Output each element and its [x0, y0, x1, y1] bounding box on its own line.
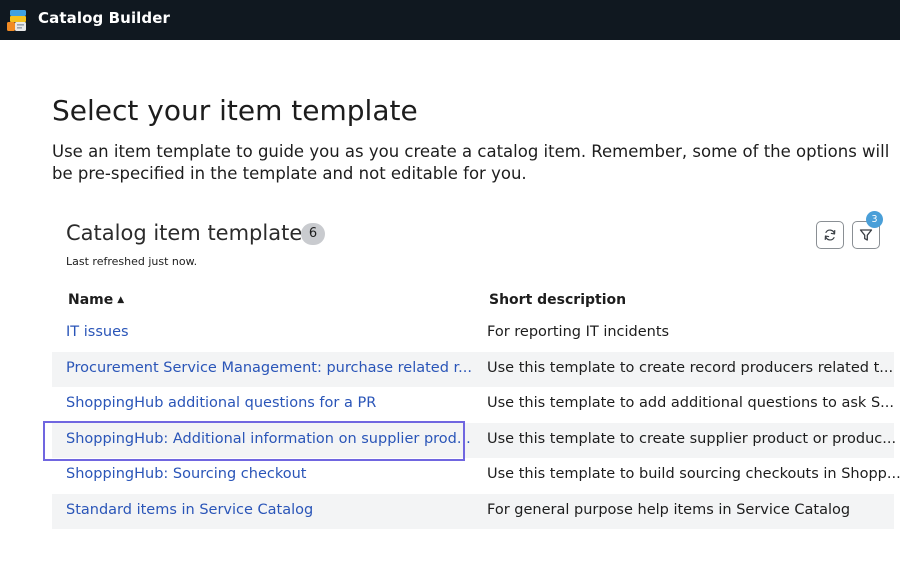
template-name-link[interactable]: Procurement Service Management: purchase… — [66, 360, 472, 376]
column-header-name[interactable]: Name ▲ — [68, 292, 124, 308]
table-row[interactable]: ShoppingHub additional questions for a P… — [52, 387, 894, 423]
filter-count-badge: 3 — [866, 211, 883, 228]
template-short-description: For reporting IT incidents — [487, 324, 670, 340]
column-header-short-description-label: Short description — [489, 292, 627, 308]
template-count-badge: 6 — [301, 223, 325, 245]
page-description: Use an item template to guide you as you… — [52, 142, 890, 183]
last-refreshed-text: Last refreshed just now. — [66, 255, 198, 268]
column-header-name-label: Name — [68, 292, 114, 308]
table-row[interactable]: Procurement Service Management: purchase… — [52, 351, 894, 387]
template-short-description: Use this template to create supplier pro… — [487, 430, 897, 447]
filter-icon — [859, 229, 873, 241]
column-header-short-description[interactable]: Short description — [489, 292, 626, 308]
template-name-link[interactable]: ShoppingHub additional questions for a P… — [66, 395, 376, 411]
template-short-description: Use this template to add additional ques… — [487, 395, 894, 411]
page-title: Select your item template — [52, 94, 418, 127]
table-row[interactable]: IT issues For reporting IT incidents — [52, 316, 894, 352]
template-name-link[interactable]: Standard items in Service Catalog — [66, 502, 313, 518]
template-name-link[interactable]: IT issues — [66, 324, 129, 340]
app-title: Catalog Builder — [38, 9, 171, 27]
refresh-icon — [824, 229, 836, 241]
list-title: Catalog item templates — [66, 221, 314, 245]
table-row[interactable]: ShoppingHub: Additional information on s… — [52, 422, 897, 458]
template-short-description: Use this template to build sourcing chec… — [487, 466, 900, 482]
top-bar: Catalog Builder — [0, 0, 900, 40]
template-name-link[interactable]: ShoppingHub: Additional information on s… — [66, 431, 471, 447]
table-row[interactable]: ShoppingHub: Sourcing checkout Use this … — [52, 458, 900, 494]
sort-ascending-icon: ▲ — [117, 295, 125, 305]
catalog-builder-logo-icon — [7, 10, 26, 31]
template-short-description: Use this template to create record produ… — [487, 359, 894, 376]
template-short-description: For general purpose help items in Servic… — [487, 501, 851, 518]
table-row[interactable]: Standard items in Service Catalog For ge… — [52, 493, 894, 529]
refresh-button[interactable] — [816, 221, 844, 249]
template-name-link[interactable]: ShoppingHub: Sourcing checkout — [66, 466, 306, 482]
